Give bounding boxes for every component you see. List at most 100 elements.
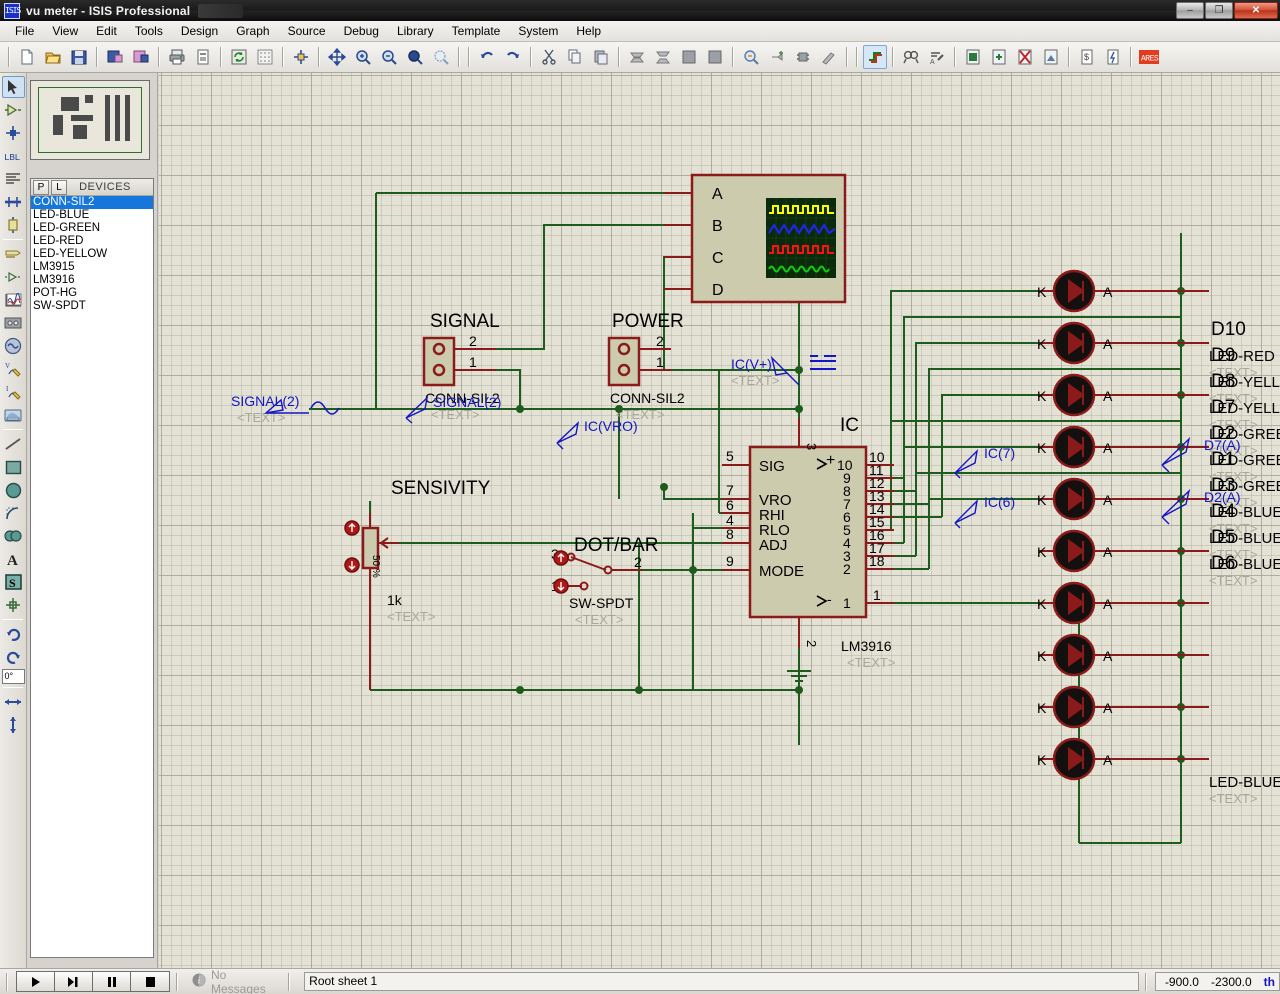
wire-label-mode-icon[interactable]: LBL [2, 145, 25, 167]
device-item-led-blue[interactable]: LED-BLUE [31, 209, 153, 222]
save-file-icon[interactable] [67, 45, 91, 69]
menu-tools[interactable]: Tools [126, 22, 172, 40]
tape-recorder-mode-icon[interactable] [2, 312, 25, 334]
rotate-counterclockwise-icon[interactable] [2, 646, 25, 668]
menu-edit[interactable]: Edit [87, 22, 126, 40]
device-item-sw-spdt[interactable]: SW-SPDT [31, 300, 153, 313]
block-move-icon[interactable] [651, 45, 675, 69]
text-tool-icon[interactable]: A [2, 548, 25, 570]
property-assign-icon[interactable]: A [925, 45, 949, 69]
line-tool-icon[interactable] [2, 433, 25, 455]
current-probe-mode-icon[interactable]: I [2, 381, 25, 403]
ares-icon[interactable]: ARES [1137, 45, 1161, 69]
menu-template[interactable]: Template [443, 22, 510, 40]
search-tag-icon[interactable] [899, 45, 923, 69]
pan-icon[interactable] [325, 45, 349, 69]
symbol-tool-icon[interactable]: S [2, 571, 25, 593]
power-connector[interactable]: POWER 2 1 CONN-SIL2 <TEXT> [607, 311, 685, 422]
arc-tool-icon[interactable] [2, 502, 25, 524]
decompose-icon[interactable] [817, 45, 841, 69]
device-item-lm3916[interactable]: LM3916 [31, 274, 153, 287]
remove-sheet-icon[interactable] [1013, 45, 1037, 69]
step-icon[interactable] [55, 972, 93, 991]
sensitivity-potentiometer[interactable]: SENSIVITY 50 % 1k <TEXT> [344, 478, 491, 690]
graph-mode-icon[interactable] [2, 289, 25, 311]
zoom-in-icon[interactable] [351, 45, 375, 69]
block-copy-icon[interactable] [625, 45, 649, 69]
voltage-probe-mode-icon[interactable]: V [2, 358, 25, 380]
print-area-icon[interactable] [191, 45, 215, 69]
device-item-led-red[interactable]: LED-RED [31, 235, 153, 248]
paste-icon[interactable] [589, 45, 613, 69]
devices-tab-p[interactable]: P [33, 179, 49, 195]
path-tool-icon[interactable] [2, 525, 25, 547]
device-item-pot-hg[interactable]: POT-HG [31, 287, 153, 300]
device-item-lm3915[interactable]: LM3915 [31, 261, 153, 274]
import-section-icon[interactable] [103, 45, 127, 69]
device-item-led-yellow[interactable]: LED-YELLOW [31, 248, 153, 261]
menu-library[interactable]: Library [388, 22, 443, 40]
print-icon[interactable] [165, 45, 189, 69]
box-tool-icon[interactable] [2, 456, 25, 478]
menu-system[interactable]: System [509, 22, 567, 40]
minimize-button[interactable]: – [1176, 2, 1204, 19]
close-button[interactable]: ✕ [1234, 2, 1278, 19]
block-rotate-icon[interactable] [677, 45, 701, 69]
subcircuit-mode-icon[interactable] [2, 214, 25, 236]
probe-ic-vro[interactable]: IC(VRO) [556, 418, 638, 450]
junction-dot-mode-icon[interactable] [2, 122, 25, 144]
menu-file[interactable]: File [6, 22, 43, 40]
virtual-instrument-mode-icon[interactable] [2, 404, 25, 426]
play-icon[interactable] [17, 972, 55, 991]
component-mode-icon[interactable] [2, 99, 25, 121]
new-sheet-icon[interactable] [987, 45, 1011, 69]
mirror-horizontal-icon[interactable] [2, 691, 25, 713]
ic-lm3916[interactable]: IC 3 2 + - 5 7 6 4 8 9 SIG VRO RHI RLO A… [722, 415, 895, 670]
restore-button[interactable]: ❐ [1205, 2, 1233, 19]
menu-debug[interactable]: Debug [335, 22, 388, 40]
menu-graph[interactable]: Graph [227, 22, 278, 40]
design-explorer-icon[interactable] [961, 45, 985, 69]
device-item-conn-sil2[interactable]: CONN-SIL2 [31, 196, 153, 209]
generator-mode-icon[interactable] [2, 335, 25, 357]
menu-design[interactable]: Design [172, 22, 227, 40]
zoom-area-icon[interactable] [403, 45, 427, 69]
make-device-icon[interactable] [765, 45, 789, 69]
menu-view[interactable]: View [43, 22, 87, 40]
selection-mode-icon[interactable] [1, 76, 25, 98]
bus-mode-icon[interactable] [2, 191, 25, 213]
origin-icon[interactable] [289, 45, 313, 69]
redo-icon[interactable] [501, 45, 525, 69]
zoom-out-icon[interactable] [377, 45, 401, 69]
schematic-grid[interactable]: A B C D SIGNAL 2 1 CONN-SIL2 <TEXT> POWE… [159, 73, 1280, 968]
devices-tab-l[interactable]: L [51, 179, 67, 195]
probe-ic-vplus[interactable]: IC(V+) <TEXT> [731, 355, 836, 388]
circle-tool-icon[interactable] [2, 479, 25, 501]
menu-source[interactable]: Source [279, 22, 335, 40]
schematic-canvas[interactable]: A B C D SIGNAL 2 1 CONN-SIL2 <TEXT> POWE… [159, 73, 1280, 968]
packaging-tool-icon[interactable] [791, 45, 815, 69]
device-item-led-green[interactable]: LED-GREEN [31, 222, 153, 235]
toggle-grid-icon[interactable] [253, 45, 277, 69]
pause-icon[interactable] [93, 972, 131, 991]
rotation-angle-field[interactable]: 0° [1, 669, 25, 684]
dot-bar-switch[interactable]: DOT/BAR 3 1 2 SW-SPDT <TEXT> [551, 535, 658, 627]
mirror-vertical-icon[interactable] [2, 714, 25, 736]
zoom-sheet-icon[interactable] [429, 45, 453, 69]
open-file-icon[interactable] [41, 45, 65, 69]
bill-of-materials-icon[interactable]: $ [1075, 45, 1099, 69]
wire-autorouter-icon[interactable] [863, 45, 887, 69]
pick-device-icon[interactable] [739, 45, 763, 69]
exit-sheet-icon[interactable] [1039, 45, 1063, 69]
export-section-icon[interactable] [129, 45, 153, 69]
device-pin-mode-icon[interactable] [2, 266, 25, 288]
oscilloscope-instrument[interactable]: A B C D [664, 173, 847, 304]
block-delete-icon[interactable] [703, 45, 727, 69]
stop-icon[interactable] [131, 972, 169, 991]
overview-panel[interactable] [30, 80, 150, 160]
marker-tool-icon[interactable] [2, 594, 25, 616]
sheet-name-field[interactable]: Root sheet 1 [304, 972, 1139, 991]
refresh-icon[interactable] [227, 45, 251, 69]
erc-report-icon[interactable] [1101, 45, 1125, 69]
new-file-icon[interactable] [15, 45, 39, 69]
